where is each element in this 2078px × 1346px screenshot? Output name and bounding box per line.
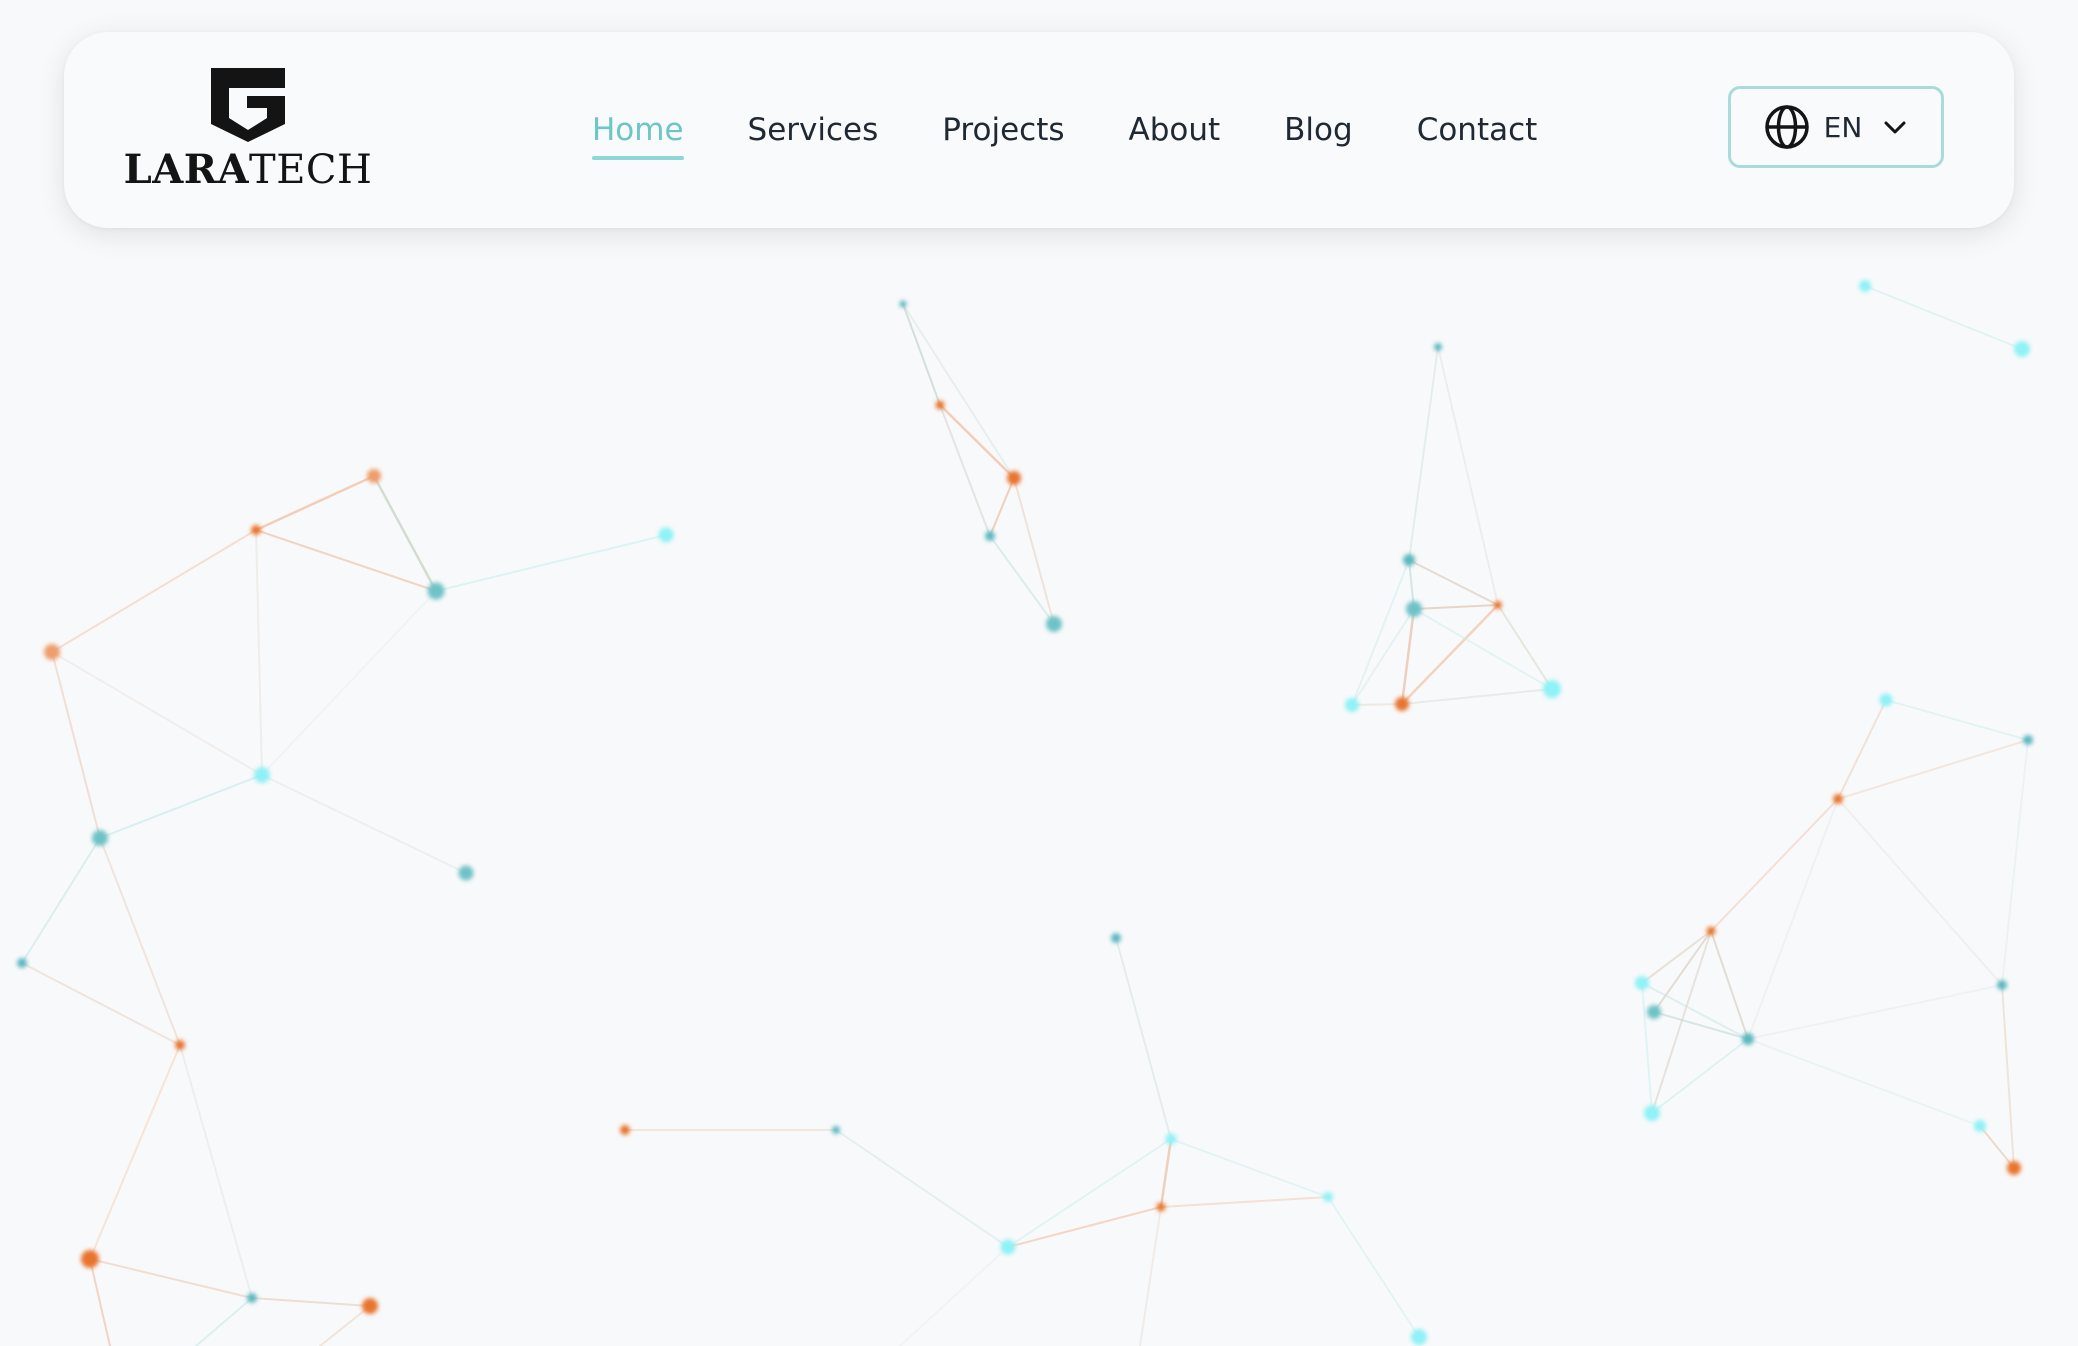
nav-link-home[interactable]: Home [592, 108, 684, 160]
page: LARATECH Home Services Projects About Bl… [0, 0, 2078, 1346]
network-links [21, 285, 2029, 1346]
nav-link-services[interactable]: Services [748, 108, 879, 152]
network-nodes [17, 280, 2033, 1345]
nav-link-contact[interactable]: Contact [1417, 108, 1538, 152]
language-label: EN [1823, 110, 1863, 144]
brand-logo[interactable]: LARATECH [124, 66, 372, 196]
chevron-down-icon [1884, 121, 1906, 134]
nav-link-projects[interactable]: Projects [942, 108, 1064, 152]
nav-link-about[interactable]: About [1129, 108, 1221, 152]
brand-wordmark: LARATECH [123, 146, 373, 193]
shield-g-logo-icon [211, 68, 285, 142]
globe-icon [1764, 105, 1809, 149]
brand-name-bold: LARA [123, 146, 250, 193]
brand-name-light: TECH [249, 147, 373, 193]
navbar: LARATECH Home Services Projects About Bl… [64, 32, 2014, 228]
nav-link-blog[interactable]: Blog [1284, 108, 1353, 152]
main-nav: Home Services Projects About Blog Contac… [592, 32, 1537, 228]
language-selector[interactable]: EN [1728, 86, 1944, 168]
